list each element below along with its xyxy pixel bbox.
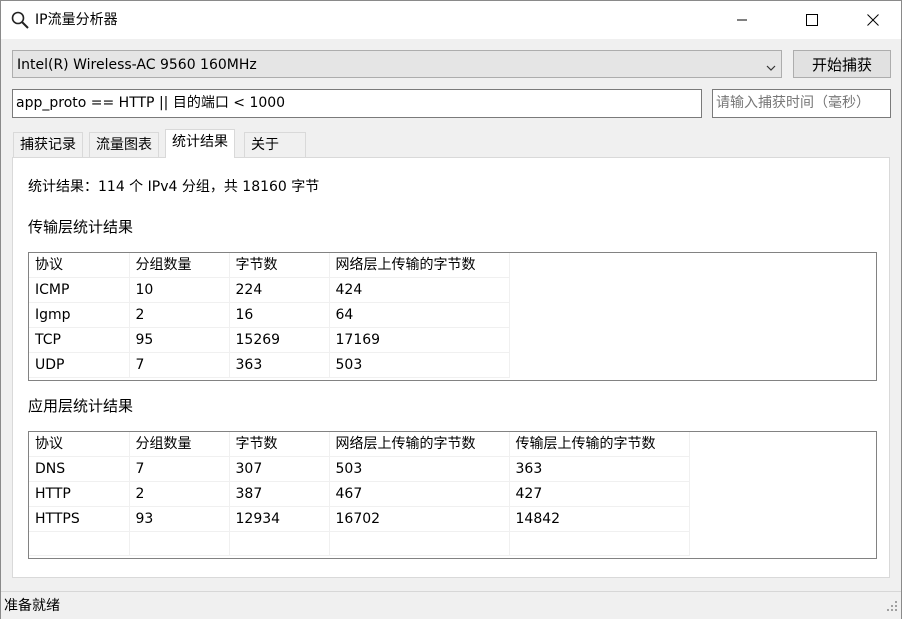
window-title: IP流量分析器 xyxy=(35,12,118,28)
table-header-row: 协议 分组数量 字节数 网络层上传输的字节数 传输层上传输的字节数 xyxy=(29,432,690,457)
table-row[interactable]: UDP 7 363 503 xyxy=(29,352,510,378)
tab-statistics[interactable]: 统计结果 xyxy=(165,129,235,158)
maximize-icon xyxy=(806,14,818,26)
column-header[interactable]: 字节数 xyxy=(229,253,330,278)
resize-grip-icon[interactable] xyxy=(886,600,898,616)
close-button[interactable] xyxy=(850,1,896,39)
table-cell: 7 xyxy=(129,456,230,482)
table-cell: 387 xyxy=(229,481,330,507)
tab-capture-records[interactable]: 捕获记录 xyxy=(13,132,83,157)
column-header[interactable]: 网络层上传输的字节数 xyxy=(329,253,510,278)
table-cell: 363 xyxy=(229,352,330,378)
table-cell xyxy=(329,531,510,556)
table-cell: 93 xyxy=(129,506,230,532)
table-cell: 16702 xyxy=(329,506,510,532)
table-row[interactable]: TCP 95 15269 17169 xyxy=(29,327,510,353)
table-cell: 17169 xyxy=(329,327,510,353)
column-header[interactable]: 字节数 xyxy=(229,432,330,457)
table-header-row: 协议 分组数量 字节数 网络层上传输的字节数 xyxy=(29,253,510,278)
table-cell: 503 xyxy=(329,456,510,482)
table-cell: 12934 xyxy=(229,506,330,532)
column-header[interactable]: 传输层上传输的字节数 xyxy=(509,432,690,457)
table-cell: 503 xyxy=(329,352,510,378)
table-cell: 363 xyxy=(509,456,690,482)
application-stats-title: 应用层统计结果 xyxy=(28,397,134,415)
stats-summary: 统计结果：114 个 IPv4 分组，共 18160 字节 xyxy=(28,179,320,195)
status-text: 准备就绪 xyxy=(4,598,60,614)
maximize-button[interactable] xyxy=(789,1,835,39)
table-row[interactable]: HTTP 2 387 467 427 xyxy=(29,481,690,507)
statistics-panel: 统计结果：114 个 IPv4 分组，共 18160 字节 传输层统计结果 协议… xyxy=(12,157,890,578)
start-capture-button[interactable]: 开始捕获 xyxy=(793,50,891,78)
filter-input[interactable]: app_proto == HTTP || 目的端口 < 1000 xyxy=(12,89,702,118)
table-row[interactable]: Igmp 2 16 64 xyxy=(29,302,510,328)
table-cell: 2 xyxy=(129,481,230,507)
column-header[interactable]: 分组数量 xyxy=(129,253,230,278)
column-header[interactable]: 协议 xyxy=(29,432,130,457)
table-row-empty xyxy=(29,531,690,556)
table-cell xyxy=(129,531,230,556)
table-cell: HTTP xyxy=(29,481,130,507)
table-row[interactable]: HTTPS 93 12934 16702 14842 xyxy=(29,506,690,532)
table-cell xyxy=(229,531,330,556)
transport-stats-title: 传输层统计结果 xyxy=(28,218,134,236)
magnifier-icon xyxy=(10,10,30,30)
table-cell: 15269 xyxy=(229,327,330,353)
table-cell: DNS xyxy=(29,456,130,482)
table-cell: 224 xyxy=(229,277,330,303)
table-row[interactable]: DNS 7 307 503 363 xyxy=(29,456,690,482)
table-cell xyxy=(29,531,130,556)
table-cell: 14842 xyxy=(509,506,690,532)
table-cell: 7 xyxy=(129,352,230,378)
table-cell: HTTPS xyxy=(29,506,130,532)
tab-traffic-chart[interactable]: 流量图表 xyxy=(89,132,159,157)
table-cell: UDP xyxy=(29,352,130,378)
table-cell: 64 xyxy=(329,302,510,328)
tab-about[interactable]: 关于 xyxy=(244,132,306,157)
table-cell: Igmp xyxy=(29,302,130,328)
close-icon xyxy=(867,14,879,26)
column-header[interactable]: 分组数量 xyxy=(129,432,230,457)
table-cell: 10 xyxy=(129,277,230,303)
title-bar[interactable]: IP流量分析器 xyxy=(1,1,901,39)
table-row[interactable]: ICMP 10 224 424 xyxy=(29,277,510,303)
adapter-dropdown[interactable]: Intel(R) Wireless-AC 9560 160MHz xyxy=(12,50,782,78)
column-header[interactable]: 协议 xyxy=(29,253,130,278)
chevron-down-icon xyxy=(766,60,776,76)
status-bar: 准备就绪 xyxy=(1,591,901,619)
adapter-dropdown-value: Intel(R) Wireless-AC 9560 160MHz xyxy=(17,57,257,73)
table-cell: 424 xyxy=(329,277,510,303)
app-window: IP流量分析器 Intel(R) Wireless-AC 9560 160MHz… xyxy=(0,0,902,619)
table-cell: 467 xyxy=(329,481,510,507)
table-cell: 427 xyxy=(509,481,690,507)
table-cell: 16 xyxy=(229,302,330,328)
table-cell: ICMP xyxy=(29,277,130,303)
application-stats-table[interactable]: 协议 分组数量 字节数 网络层上传输的字节数 传输层上传输的字节数 DNS 7 … xyxy=(28,431,877,559)
transport-stats-table[interactable]: 协议 分组数量 字节数 网络层上传输的字节数 ICMP 10 224 424 I… xyxy=(28,252,877,381)
minimize-icon xyxy=(737,19,747,21)
table-cell: 2 xyxy=(129,302,230,328)
table-cell: TCP xyxy=(29,327,130,353)
minimize-button[interactable] xyxy=(719,1,765,39)
table-cell: 307 xyxy=(229,456,330,482)
capture-time-input[interactable]: 请输入捕获时间（毫秒） xyxy=(712,89,891,118)
column-header[interactable]: 网络层上传输的字节数 xyxy=(329,432,510,457)
table-cell: 95 xyxy=(129,327,230,353)
table-cell xyxy=(509,531,690,556)
